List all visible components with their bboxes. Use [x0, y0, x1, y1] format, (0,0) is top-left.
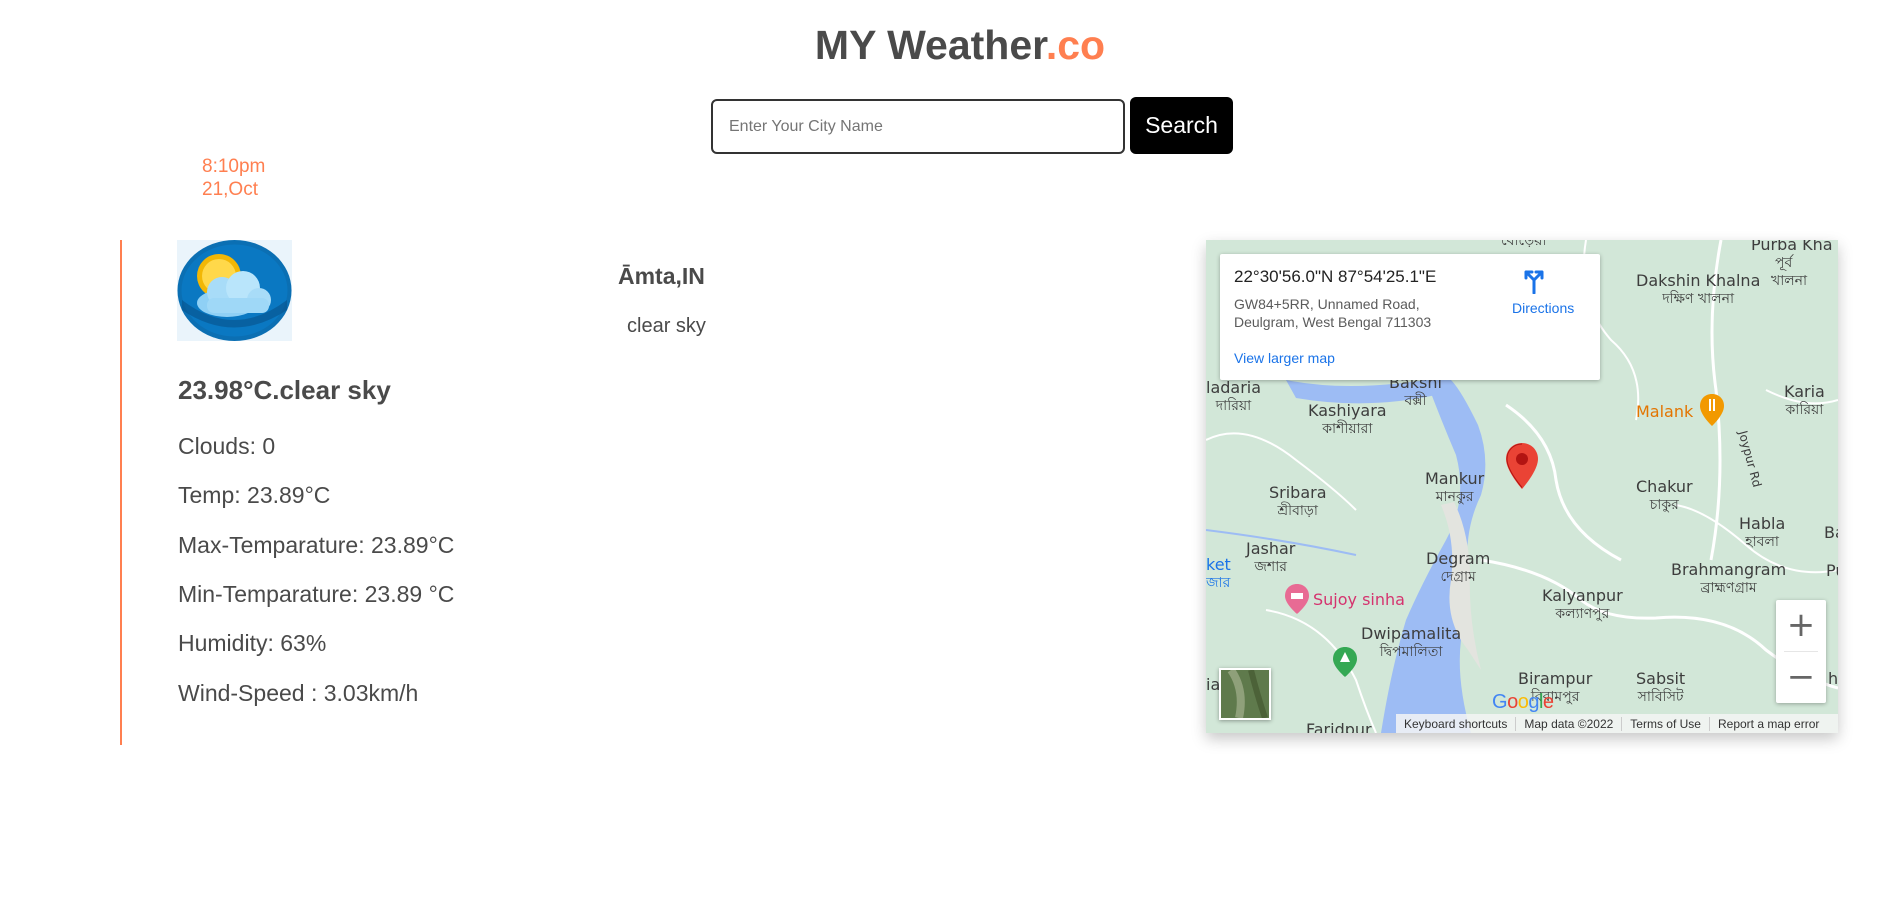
zoom-in-button[interactable]: +: [1776, 600, 1826, 651]
location-marker-icon[interactable]: [1506, 443, 1538, 494]
map-address: GW84+5RR, Unnamed Road, Deulgram, West B…: [1234, 296, 1432, 330]
map-label-habla: Habla হাবলা: [1739, 514, 1786, 551]
map-label-pu: Pu: [1826, 561, 1838, 580]
map-label-borella: বোড়েয়া: [1501, 240, 1547, 249]
satellite-thumbnail-icon: [1221, 670, 1269, 718]
map-label-ha: ha: [1828, 669, 1838, 688]
google-logo: Google: [1492, 691, 1554, 713]
zoom-out-button[interactable]: −: [1776, 652, 1826, 703]
map-label-chakur: Chakur চাকুর: [1636, 477, 1693, 514]
search-button[interactable]: Search: [1130, 97, 1233, 154]
map-data-text: Map data ©2022: [1515, 716, 1621, 731]
temp-value: Temp: 23.89°C: [178, 482, 331, 508]
map-coordinates: 22°30'56.0"N 87°54'25.1"E: [1234, 267, 1437, 286]
sun-behind-cloud-icon: [177, 240, 292, 341]
view-larger-map-link[interactable]: View larger map: [1234, 350, 1335, 366]
directions-link[interactable]: Directions: [1512, 300, 1574, 316]
satellite-toggle-button[interactable]: [1219, 668, 1271, 720]
park-pin-icon[interactable]: [1333, 647, 1357, 682]
brand-main: MY Weather: [814, 22, 1046, 68]
clouds-value: Clouds: 0: [178, 433, 276, 459]
map-label-faridpur: Faridpur: [1306, 720, 1372, 734]
hotel-pin-icon[interactable]: [1285, 584, 1309, 619]
brand-accent: .co: [1045, 22, 1106, 68]
wind-speed-value: Wind-Speed : 3.03km/h: [178, 680, 419, 706]
zoom-controls: + −: [1776, 600, 1826, 703]
map-footer: Keyboard shortcuts Map data ©2022 Terms …: [1396, 714, 1838, 733]
map-label-ket: ket জার: [1206, 555, 1231, 592]
map-label-kalyanpur: Kalyanpur কল্যাণপুর: [1542, 586, 1623, 623]
map-label-jashar: Jashar জশার: [1246, 539, 1296, 576]
map-label-karia: Karia কারিয়া: [1784, 382, 1825, 419]
max-temp-value: Max-Temparature: 23.89°C: [178, 532, 455, 558]
min-temp-value: Min-Temparature: 23.89 °C: [178, 581, 455, 607]
report-map-error-link[interactable]: Report a map error: [1708, 716, 1827, 731]
map-label-kashiyara: Kashiyara কাশীয়ারা: [1308, 401, 1387, 438]
map-label-dwipamalita: Dwipamalita দ্বিপমালিতা: [1361, 624, 1462, 661]
map-label-ladaria: ladaria দারিয়া: [1206, 378, 1262, 415]
directions-icon[interactable]: [1520, 266, 1548, 299]
city-search-input[interactable]: [711, 99, 1125, 154]
weather-card-border: [120, 240, 122, 745]
map-label-ba: Ba: [1824, 523, 1838, 542]
map-label-purba-khalna: Purba Kha পূর্ব খালনা: [1751, 240, 1833, 289]
map-label-mankur: Mankur মানকুর: [1425, 469, 1485, 506]
humidity-value: Humidity: 63%: [178, 630, 327, 656]
poi-sujoy-sinha[interactable]: Sujoy sinha: [1313, 590, 1405, 609]
terms-of-use-link[interactable]: Terms of Use: [1621, 716, 1709, 731]
datetime: 8:10pm 21,Oct: [202, 155, 265, 201]
poi-malank[interactable]: Malank: [1636, 402, 1693, 421]
google-map[interactable]: Bakshi বক্সী Kashiyara কাশীয়ারা ladaria দা…: [1206, 240, 1838, 733]
map-label-degram: Degram দেগ্রাম: [1426, 549, 1491, 586]
site-title: MY Weather.co: [0, 22, 1895, 69]
current-date: 21,Oct: [202, 179, 258, 200]
city-name: Āmta,IN: [618, 263, 705, 289]
weather-description: clear sky: [627, 315, 706, 337]
map-label-brahmangram: Brahmangram ব্রাহ্মণগ্রাম: [1671, 560, 1787, 597]
current-time: 8:10pm: [202, 156, 266, 177]
map-label-sabsit: Sabsit সাবিসিট: [1636, 669, 1686, 706]
keyboard-shortcuts-link[interactable]: Keyboard shortcuts: [1396, 717, 1515, 731]
map-label-sribara: Sribara শ্রীবাড়া: [1269, 483, 1327, 520]
map-label-dakshin-khalna: Dakshin Khalna দক্ষিণ খালনা: [1636, 271, 1761, 308]
map-info-card: 22°30'56.0"N 87°54'25.1"E GW84+5RR, Unna…: [1220, 254, 1600, 380]
restaurant-pin-icon[interactable]: [1700, 394, 1724, 431]
weather-headline: 23.98°C.clear sky: [178, 375, 391, 405]
